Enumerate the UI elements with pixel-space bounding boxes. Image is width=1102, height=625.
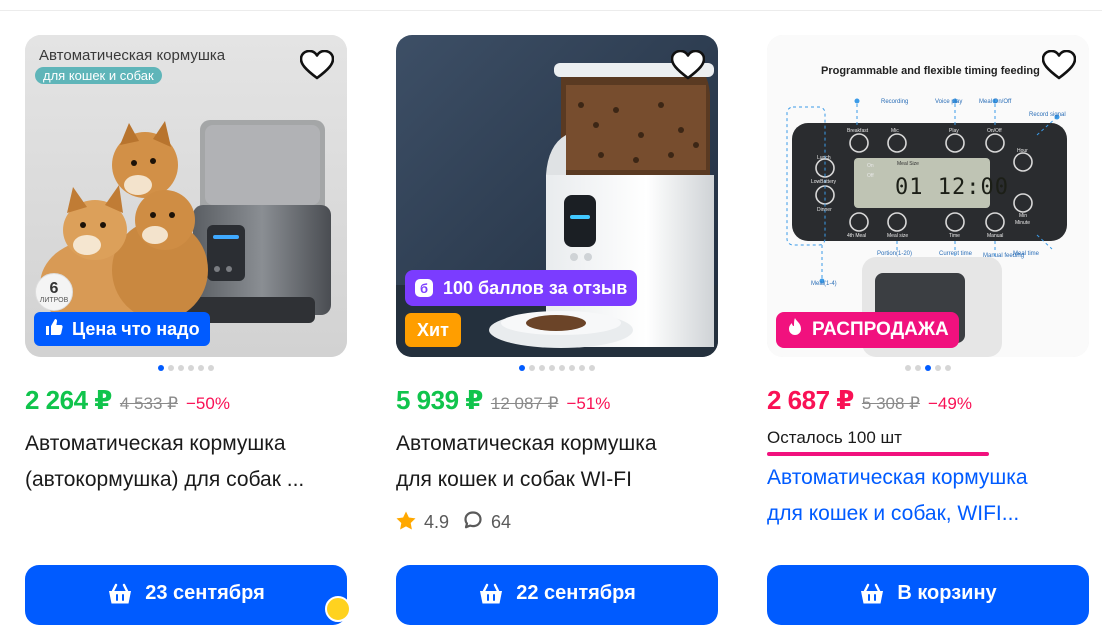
title-line: Автоматическая кормушка	[25, 432, 286, 455]
title-line: Автоматическая кормушка	[396, 432, 657, 455]
pager-dot[interactable]	[519, 365, 525, 371]
stock-remaining: Осталось 100 шт	[767, 428, 902, 447]
pager-dot[interactable]	[935, 365, 941, 371]
product-image-1[interactable]: Автоматическая кормушка для кошек и соба…	[25, 35, 347, 357]
reviews-count: 64	[491, 512, 512, 532]
volume-badge: 6 литров	[35, 273, 73, 311]
pager-dot[interactable]	[905, 365, 911, 371]
button-label: В корзину	[897, 582, 997, 604]
pager-dot[interactable]	[188, 365, 194, 371]
heart-icon	[1042, 50, 1076, 80]
product-image-3[interactable]: Programmable and flexible timing feeding…	[767, 35, 1089, 357]
product-title[interactable]: Автоматическая кормушка (автокормушка) д…	[25, 426, 347, 498]
favorite-button[interactable]	[1041, 47, 1077, 83]
old-price: 12 087 ₽	[490, 394, 559, 413]
discount: −49%	[927, 394, 972, 413]
image-pager[interactable]	[396, 365, 718, 371]
old-price: 4 533 ₽	[119, 394, 178, 413]
product-card-1[interactable]: Автоматическая кормушка для кошек и соба…	[25, 35, 347, 498]
pager-dot[interactable]	[178, 365, 184, 371]
price-row: 5 939 ₽ 12 087 ₽ −51%	[396, 385, 718, 416]
image-pill: для кошек и собак	[35, 67, 162, 84]
points-icon: б	[415, 279, 433, 297]
badge-label: РАСПРОДАЖА	[812, 319, 949, 340]
discount: −51%	[566, 394, 611, 413]
flame-icon	[786, 317, 804, 343]
product-card-2[interactable]: б 100 баллов за отзыв Хит 5 939 ₽ 12 087…	[396, 35, 718, 535]
pager-dot[interactable]	[539, 365, 545, 371]
volume-unit: литров	[39, 296, 69, 304]
pager-dot[interactable]	[925, 365, 931, 371]
image-pager[interactable]	[767, 365, 1089, 371]
price-row: 2 687 ₽ 5 308 ₽ −49%	[767, 385, 1089, 416]
heart-icon	[671, 50, 705, 80]
badge-label: Цена что надо	[72, 318, 200, 339]
image-headline: Programmable and flexible timing feeding	[821, 65, 1040, 77]
current-price: 5 939 ₽	[396, 385, 483, 415]
price-row: 2 264 ₽ 4 533 ₽ −50%	[25, 385, 347, 416]
add-to-cart-button[interactable]: В корзину	[767, 565, 1089, 625]
pager-dot[interactable]	[168, 365, 174, 371]
discount: −50%	[185, 394, 230, 413]
pager-dot[interactable]	[559, 365, 565, 371]
pager-dot[interactable]	[549, 365, 555, 371]
button-label: 22 сентября	[516, 582, 636, 604]
title-line: для кошек и собак WI-FI	[396, 468, 632, 491]
star-icon	[396, 511, 416, 535]
badge-points: б 100 баллов за отзыв	[405, 270, 638, 306]
stock-progress-bar	[767, 452, 989, 456]
current-price: 2 687 ₽	[767, 385, 854, 415]
pager-dot[interactable]	[579, 365, 585, 371]
comment-icon	[463, 510, 483, 535]
floating-badge	[325, 596, 351, 622]
image-headline: Автоматическая кормушка	[39, 47, 226, 64]
delivery-date-button[interactable]: 22 сентября	[396, 565, 718, 625]
product-card-3[interactable]: Programmable and flexible timing feeding…	[767, 35, 1089, 532]
volume-number: 6	[49, 279, 59, 297]
product-title[interactable]: Автоматическая кормушка для кошек и соба…	[396, 426, 718, 498]
basket-icon	[107, 582, 133, 625]
rating-value: 4.9	[424, 512, 450, 532]
wifi-feeder-illustration	[396, 35, 718, 357]
heart-icon	[300, 50, 334, 80]
product-image-2[interactable]: б 100 баллов за отзыв Хит	[396, 35, 718, 357]
favorite-button[interactable]	[299, 47, 335, 83]
button-label: 23 сентября	[145, 582, 265, 604]
basket-icon	[859, 582, 885, 625]
title-line: Автоматическая кормушка	[767, 466, 1028, 489]
top-divider	[0, 10, 1102, 11]
favorite-button[interactable]	[670, 47, 706, 83]
title-line: для кошек и собак, WIFI...	[767, 502, 1020, 525]
current-price: 2 264 ₽	[25, 385, 112, 415]
pager-dot[interactable]	[945, 365, 951, 371]
badge-hit: Хит	[405, 313, 461, 347]
badge-label: 100 баллов за отзыв	[443, 277, 628, 298]
old-price: 5 308 ₽	[861, 394, 920, 413]
title-line: (автокормушка) для собак ...	[25, 468, 305, 491]
badge-sale: РАСПРОДАЖА	[776, 312, 959, 348]
pager-dot[interactable]	[915, 365, 921, 371]
pager-dot[interactable]	[208, 365, 214, 371]
delivery-date-button[interactable]: 23 сентября	[25, 565, 347, 625]
basket-icon	[478, 582, 504, 625]
pager-dot[interactable]	[589, 365, 595, 371]
pager-dot[interactable]	[158, 365, 164, 371]
panel-display-text: 01 12:00	[895, 175, 1009, 200]
image-pager[interactable]	[25, 365, 347, 371]
pager-dot[interactable]	[569, 365, 575, 371]
pager-dot[interactable]	[529, 365, 535, 371]
thumbs-up-icon	[44, 317, 64, 342]
product-title[interactable]: Автоматическая кормушка для кошек и соба…	[767, 460, 1089, 532]
rating-row[interactable]: 4.9 64	[396, 510, 718, 535]
badge-label: Хит	[417, 319, 449, 340]
pager-dot[interactable]	[198, 365, 204, 371]
badge-good-price: Цена что надо	[34, 312, 210, 346]
